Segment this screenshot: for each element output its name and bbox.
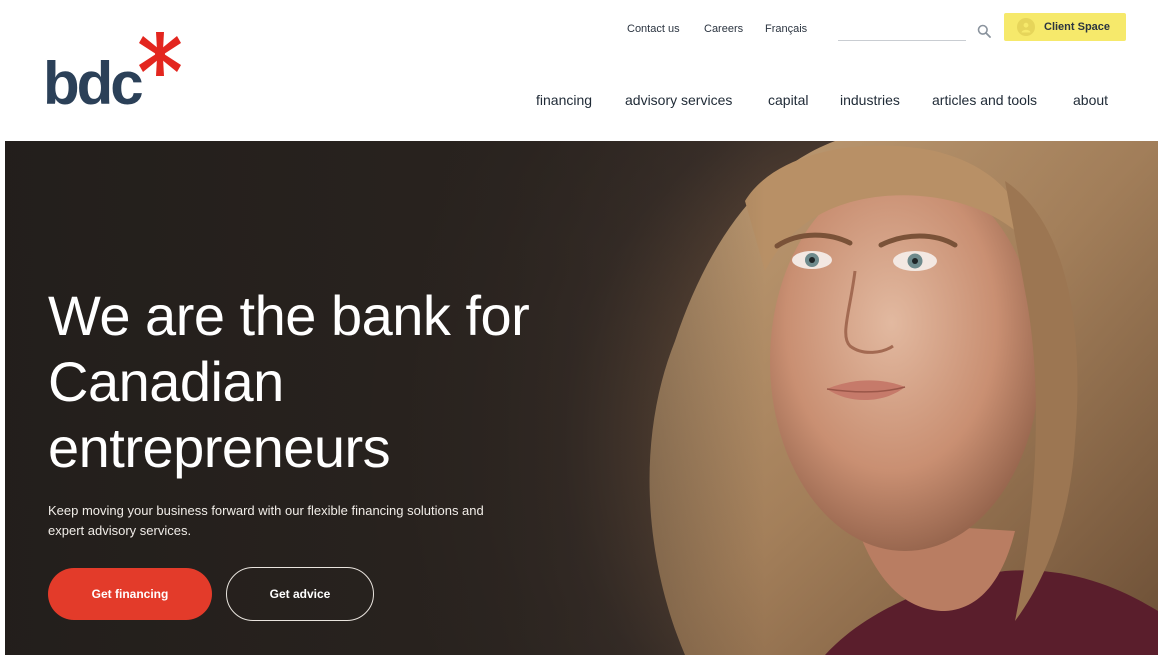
search-icon xyxy=(977,24,991,38)
client-space-label: Client Space xyxy=(1044,21,1111,33)
hero-title: We are the bank for Canadian entrepreneu… xyxy=(48,284,530,479)
careers-link[interactable]: Careers xyxy=(704,23,743,35)
utility-nav: Contact us Careers Français Client Space xyxy=(0,13,1158,43)
nav-item-industries[interactable]: industries xyxy=(840,92,900,108)
get-financing-button[interactable]: Get financing xyxy=(48,568,212,620)
search-button[interactable] xyxy=(974,21,994,41)
nav-item-articles-and-tools[interactable]: articles and tools xyxy=(932,92,1037,108)
nav-item-advisory-services[interactable]: advisory services xyxy=(625,92,732,108)
user-avatar-icon xyxy=(1017,18,1035,36)
contact-us-link[interactable]: Contact us xyxy=(627,23,680,35)
get-advice-button[interactable]: Get advice xyxy=(226,567,374,621)
hero-subtitle: Keep moving your business forward with o… xyxy=(48,503,484,538)
nav-item-about[interactable]: about xyxy=(1073,92,1108,108)
site-header: bdc Contact us Careers Français Client S… xyxy=(0,0,1158,140)
language-toggle-link[interactable]: Français xyxy=(765,23,807,35)
hero-banner: We are the bank for Canadian entrepreneu… xyxy=(5,141,1158,655)
nav-item-financing[interactable]: financing xyxy=(536,92,592,108)
client-space-button[interactable]: Client Space xyxy=(1004,13,1126,41)
search-input[interactable] xyxy=(838,21,966,41)
main-nav: financing advisory services capital indu… xyxy=(0,92,1158,112)
nav-item-capital[interactable]: capital xyxy=(768,92,808,108)
